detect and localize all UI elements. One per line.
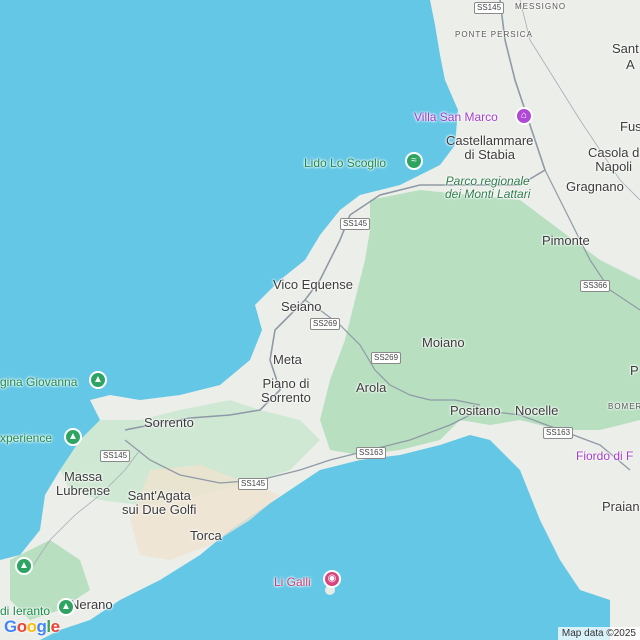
road-shield-ss269: SS269: [310, 318, 341, 330]
label-seiano: Seiano: [281, 299, 322, 314]
label-nocelle: Nocelle: [515, 403, 559, 418]
label-sant: Sant: [612, 41, 639, 56]
label-arola: Arola: [356, 380, 387, 395]
label-positano: Positano: [450, 403, 501, 418]
poi-fiordo[interactable]: Fiordo di F: [576, 449, 633, 463]
label-p-right: P: [630, 363, 639, 378]
road-shield-ss145: SS145: [474, 2, 505, 14]
park-icon[interactable]: ▲: [64, 428, 82, 446]
label-santagata: Sant'Agata sui Due Golfi: [122, 488, 197, 517]
label-torca: Torca: [190, 528, 222, 543]
road-shield-ss163: SS163: [543, 427, 574, 439]
label-pimonte: Pimonte: [542, 233, 590, 248]
label-nerano: Nerano: [70, 597, 113, 612]
road-shield-ss163: SS163: [356, 447, 387, 459]
label-piano-di-sorrento: Piano di Sorrento: [261, 376, 311, 405]
poi-lido-lo-scoglio[interactable]: Lido Lo Scoglio: [304, 156, 386, 170]
camera-icon[interactable]: ◉: [323, 570, 341, 588]
label-bomer: BOMER: [608, 402, 640, 411]
museum-icon[interactable]: ⌂: [515, 107, 533, 125]
poi-experience[interactable]: xperience: [0, 431, 52, 445]
beach-icon[interactable]: ≈: [405, 152, 423, 170]
label-ponte-persica: PONTE PERSICA: [455, 30, 533, 39]
poi-regina-giovanna[interactable]: gina Giovanna: [0, 375, 77, 389]
poi-ieranto[interactable]: di Ieranto: [0, 604, 50, 618]
label-meta: Meta: [273, 352, 302, 367]
label-a: A: [626, 57, 635, 72]
road-shield-ss366: SS366: [580, 280, 611, 292]
label-castellammare: Castellammare di Stabia: [446, 133, 534, 162]
road-shield-ss145: SS145: [100, 450, 131, 462]
park-icon[interactable]: ▲: [15, 557, 33, 575]
label-casola: Casola d Napoli: [588, 145, 640, 174]
poi-villa-san-marco[interactable]: Villa San Marco: [414, 110, 498, 124]
map-canvas[interactable]: MESSIGNO PONTE PERSICA Sant A Fus Castel…: [0, 0, 640, 640]
poi-li-galli[interactable]: Li Galli: [274, 575, 311, 589]
label-messigno: MESSIGNO: [515, 2, 567, 11]
label-vico-equense: Vico Equense: [273, 277, 353, 292]
label-praian: Praian: [602, 499, 640, 514]
map-attribution[interactable]: Map data ©2025: [557, 627, 640, 640]
label-moiano: Moiano: [422, 335, 465, 350]
label-sorrento: Sorrento: [144, 415, 194, 430]
google-logo[interactable]: Google: [4, 617, 60, 637]
label-gragnano: Gragnano: [566, 179, 624, 194]
road-shield-ss145: SS145: [238, 478, 269, 490]
park-icon[interactable]: ▲: [57, 598, 75, 616]
road-shield-ss145: SS145: [340, 218, 371, 230]
label-massa-lubrense: Massa Lubrense: [56, 469, 111, 498]
label-parco-regionale: Parco regionale dei Monti Lattari: [445, 174, 531, 201]
label-fus: Fus: [620, 119, 640, 134]
road-shield-ss269: SS269: [371, 352, 402, 364]
park-icon[interactable]: ▲: [89, 371, 107, 389]
